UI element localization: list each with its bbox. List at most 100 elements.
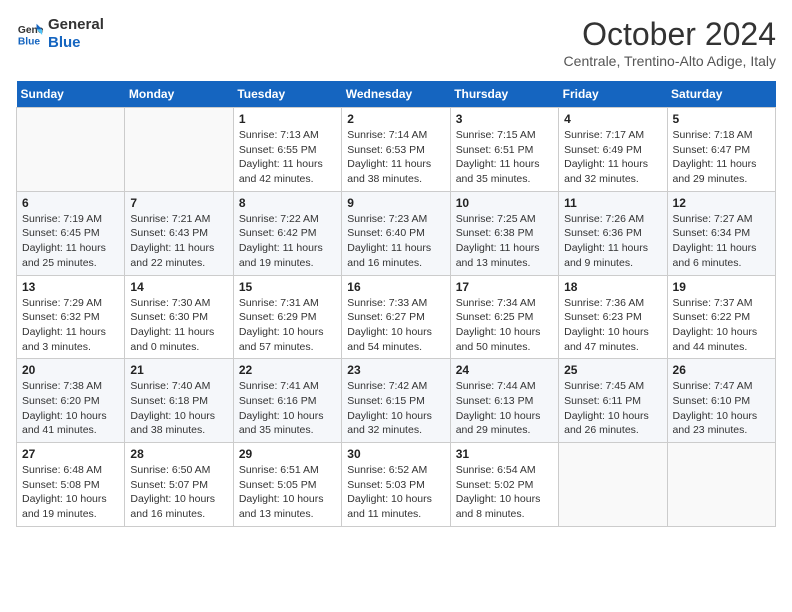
calendar-week-4: 20 Sunrise: 7:38 AMSunset: 6:20 PMDayligh… <box>17 359 776 443</box>
weekday-header-tuesday: Tuesday <box>233 81 341 108</box>
day-info: Sunrise: 7:38 AMSunset: 6:20 PMDaylight:… <box>22 379 119 438</box>
day-number: 3 <box>456 112 553 126</box>
calendar-cell <box>559 443 667 527</box>
calendar-cell <box>667 443 775 527</box>
day-number: 28 <box>130 447 227 461</box>
logo-general: General <box>48 16 104 34</box>
day-info: Sunrise: 7:31 AMSunset: 6:29 PMDaylight:… <box>239 296 336 355</box>
calendar-cell <box>17 108 125 192</box>
calendar-cell: 1Sunrise: 7:13 AMSunset: 6:55 PMDaylight… <box>233 108 341 192</box>
calendar-cell: 29 Sunrise: 6:51 AMSunset: 5:05 PMDayligh… <box>233 443 341 527</box>
day-number: 27 <box>22 447 119 461</box>
day-info: Sunrise: 7:40 AMSunset: 6:18 PMDaylight:… <box>130 379 227 438</box>
calendar-cell: 31 Sunrise: 6:54 AMSunset: 5:02 PMDayligh… <box>450 443 558 527</box>
calendar-cell: 24 Sunrise: 7:44 AMSunset: 6:13 PMDayligh… <box>450 359 558 443</box>
calendar-cell: 3 Sunrise: 7:15 AMSunset: 6:51 PMDaylight… <box>450 108 558 192</box>
day-number: 7 <box>130 196 227 210</box>
day-info: Sunrise: 7:36 AMSunset: 6:23 PMDaylight:… <box>564 296 661 355</box>
day-info: Sunrise: 6:52 AMSunset: 5:03 PMDaylight:… <box>347 463 444 522</box>
page-header: General Blue General Blue October 2024 C… <box>16 16 776 69</box>
calendar-cell: 19Sunrise: 7:37 AMSunset: 6:22 PMDayligh… <box>667 275 775 359</box>
calendar-cell: 15 Sunrise: 7:31 AMSunset: 6:29 PMDayligh… <box>233 275 341 359</box>
day-number: 11 <box>564 196 661 210</box>
calendar-week-2: 6Sunrise: 7:19 AMSunset: 6:45 PMDaylight… <box>17 191 776 275</box>
day-number: 4 <box>564 112 661 126</box>
day-info: Sunrise: 7:15 AMSunset: 6:51 PMDaylight:… <box>456 128 553 187</box>
calendar-cell: 16 Sunrise: 7:33 AMSunset: 6:27 PMDayligh… <box>342 275 450 359</box>
calendar-cell: 21 Sunrise: 7:40 AMSunset: 6:18 PMDayligh… <box>125 359 233 443</box>
calendar-cell: 23 Sunrise: 7:42 AMSunset: 6:15 PMDayligh… <box>342 359 450 443</box>
weekday-header-saturday: Saturday <box>667 81 775 108</box>
day-info: Sunrise: 7:18 AMSunset: 6:47 PMDaylight:… <box>673 128 770 187</box>
calendar-cell: 27 Sunrise: 6:48 AMSunset: 5:08 PMDayligh… <box>17 443 125 527</box>
day-number: 25 <box>564 363 661 377</box>
day-info: Sunrise: 7:33 AMSunset: 6:27 PMDaylight:… <box>347 296 444 355</box>
calendar-cell: 18 Sunrise: 7:36 AMSunset: 6:23 PMDayligh… <box>559 275 667 359</box>
day-info: Sunrise: 6:51 AMSunset: 5:05 PMDaylight:… <box>239 463 336 522</box>
day-number: 24 <box>456 363 553 377</box>
calendar-cell: 4Sunrise: 7:17 AMSunset: 6:49 PMDaylight… <box>559 108 667 192</box>
calendar: SundayMondayTuesdayWednesdayThursdayFrid… <box>16 81 776 527</box>
day-info: Sunrise: 7:30 AMSunset: 6:30 PMDaylight:… <box>130 296 227 355</box>
calendar-cell: 26Sunrise: 7:47 AMSunset: 6:10 PMDayligh… <box>667 359 775 443</box>
day-number: 20 <box>22 363 119 377</box>
calendar-cell: 2Sunrise: 7:14 AMSunset: 6:53 PMDaylight… <box>342 108 450 192</box>
calendar-cell: 9 Sunrise: 7:23 AMSunset: 6:40 PMDaylight… <box>342 191 450 275</box>
calendar-cell: 8 Sunrise: 7:22 AMSunset: 6:42 PMDaylight… <box>233 191 341 275</box>
day-number: 30 <box>347 447 444 461</box>
day-info: Sunrise: 7:29 AMSunset: 6:32 PMDaylight:… <box>22 296 119 355</box>
logo: General Blue General Blue <box>16 16 104 52</box>
day-info: Sunrise: 7:47 AMSunset: 6:10 PMDaylight:… <box>673 379 770 438</box>
day-info: Sunrise: 7:42 AMSunset: 6:15 PMDaylight:… <box>347 379 444 438</box>
logo-blue: Blue <box>48 34 104 52</box>
calendar-week-1: 1Sunrise: 7:13 AMSunset: 6:55 PMDaylight… <box>17 108 776 192</box>
day-number: 21 <box>130 363 227 377</box>
day-number: 18 <box>564 280 661 294</box>
day-number: 13 <box>22 280 119 294</box>
month-title: October 2024 <box>564 16 776 53</box>
logo-icon: General Blue <box>16 20 44 48</box>
weekday-header-wednesday: Wednesday <box>342 81 450 108</box>
calendar-cell: 5 Sunrise: 7:18 AMSunset: 6:47 PMDaylight… <box>667 108 775 192</box>
calendar-cell: 30 Sunrise: 6:52 AMSunset: 5:03 PMDayligh… <box>342 443 450 527</box>
day-info: Sunrise: 7:21 AMSunset: 6:43 PMDaylight:… <box>130 212 227 271</box>
day-number: 31 <box>456 447 553 461</box>
calendar-cell: 6Sunrise: 7:19 AMSunset: 6:45 PMDaylight… <box>17 191 125 275</box>
day-info: Sunrise: 7:14 AMSunset: 6:53 PMDaylight:… <box>347 128 444 187</box>
day-info: Sunrise: 7:13 AMSunset: 6:55 PMDaylight:… <box>239 128 336 187</box>
day-info: Sunrise: 6:54 AMSunset: 5:02 PMDaylight:… <box>456 463 553 522</box>
day-info: Sunrise: 7:45 AMSunset: 6:11 PMDaylight:… <box>564 379 661 438</box>
day-number: 8 <box>239 196 336 210</box>
day-number: 9 <box>347 196 444 210</box>
calendar-cell <box>125 108 233 192</box>
day-number: 22 <box>239 363 336 377</box>
calendar-cell: 20 Sunrise: 7:38 AMSunset: 6:20 PMDayligh… <box>17 359 125 443</box>
day-info: Sunrise: 6:50 AMSunset: 5:07 PMDaylight:… <box>130 463 227 522</box>
calendar-cell: 12Sunrise: 7:27 AMSunset: 6:34 PMDayligh… <box>667 191 775 275</box>
day-info: Sunrise: 7:26 AMSunset: 6:36 PMDaylight:… <box>564 212 661 271</box>
calendar-cell: 13 Sunrise: 7:29 AMSunset: 6:32 PMDayligh… <box>17 275 125 359</box>
day-info: Sunrise: 6:48 AMSunset: 5:08 PMDaylight:… <box>22 463 119 522</box>
day-info: Sunrise: 7:41 AMSunset: 6:16 PMDaylight:… <box>239 379 336 438</box>
calendar-cell: 7 Sunrise: 7:21 AMSunset: 6:43 PMDaylight… <box>125 191 233 275</box>
day-info: Sunrise: 7:25 AMSunset: 6:38 PMDaylight:… <box>456 212 553 271</box>
day-number: 29 <box>239 447 336 461</box>
day-info: Sunrise: 7:23 AMSunset: 6:40 PMDaylight:… <box>347 212 444 271</box>
calendar-cell: 17Sunrise: 7:34 AMSunset: 6:25 PMDayligh… <box>450 275 558 359</box>
weekday-header-thursday: Thursday <box>450 81 558 108</box>
calendar-cell: 25 Sunrise: 7:45 AMSunset: 6:11 PMDayligh… <box>559 359 667 443</box>
weekday-header-friday: Friday <box>559 81 667 108</box>
day-info: Sunrise: 7:44 AMSunset: 6:13 PMDaylight:… <box>456 379 553 438</box>
calendar-week-5: 27 Sunrise: 6:48 AMSunset: 5:08 PMDayligh… <box>17 443 776 527</box>
title-block: October 2024 Centrale, Trentino-Alto Adi… <box>564 16 776 69</box>
day-number: 19 <box>673 280 770 294</box>
day-number: 23 <box>347 363 444 377</box>
day-info: Sunrise: 7:22 AMSunset: 6:42 PMDaylight:… <box>239 212 336 271</box>
calendar-cell: 22 Sunrise: 7:41 AMSunset: 6:16 PMDayligh… <box>233 359 341 443</box>
day-number: 10 <box>456 196 553 210</box>
day-number: 5 <box>673 112 770 126</box>
day-info: Sunrise: 7:34 AMSunset: 6:25 PMDaylight:… <box>456 296 553 355</box>
calendar-header-row: SundayMondayTuesdayWednesdayThursdayFrid… <box>17 81 776 108</box>
day-number: 16 <box>347 280 444 294</box>
day-number: 15 <box>239 280 336 294</box>
